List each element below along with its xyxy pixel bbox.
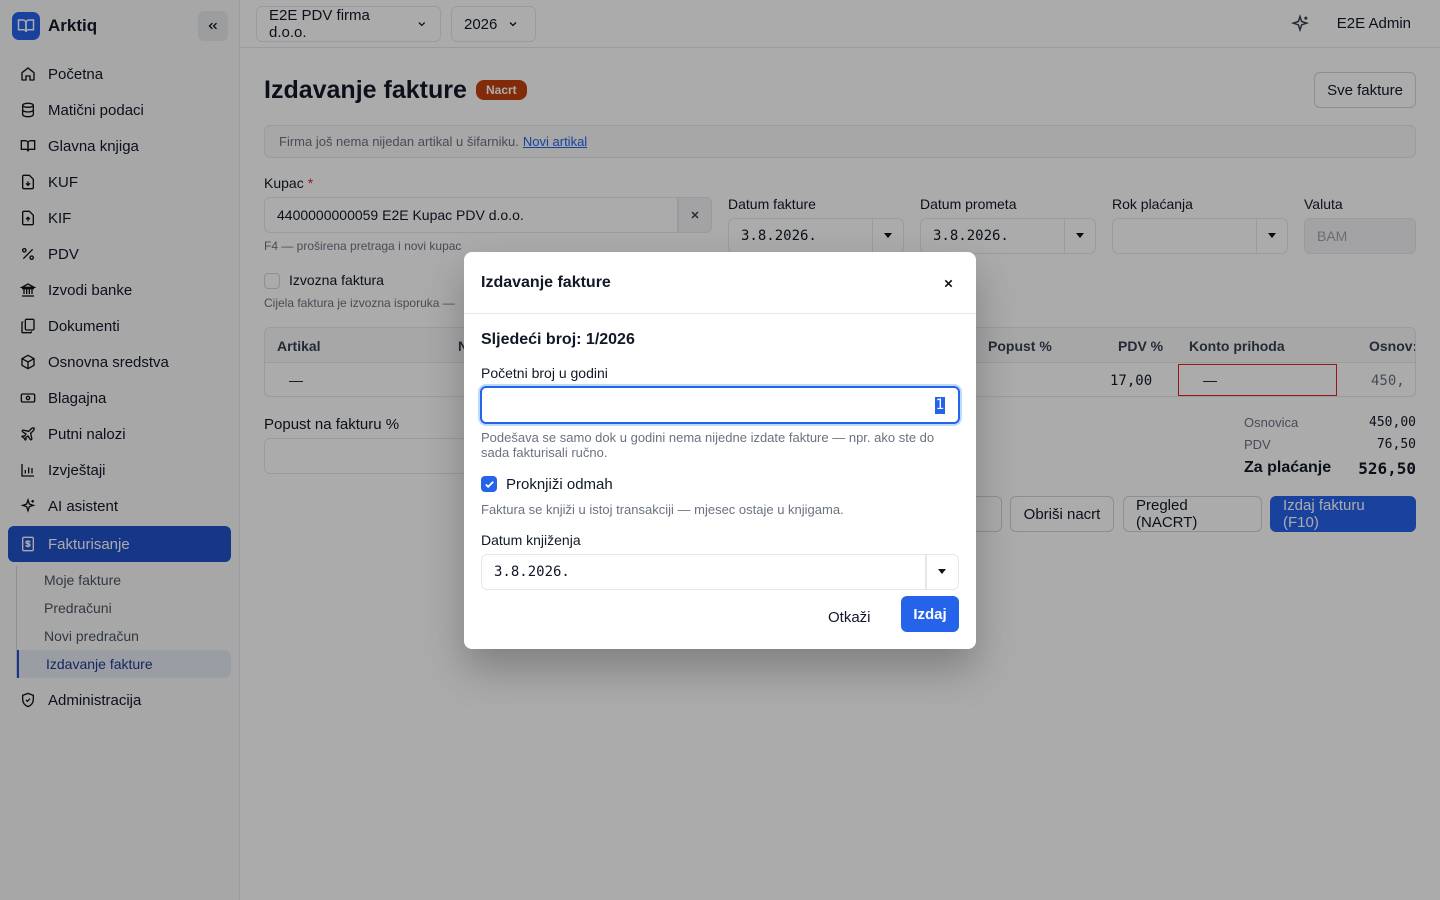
caret-down-icon xyxy=(938,569,946,574)
next-number: Sljedeći broj: 1/2026 xyxy=(481,331,635,348)
close-icon xyxy=(944,279,953,288)
posting-date-input[interactable]: 3.8.2026. xyxy=(481,554,927,590)
start-number-input[interactable]: 1 xyxy=(480,386,960,424)
issue-button[interactable]: Izdaj xyxy=(901,596,959,632)
start-number-value: 1 xyxy=(934,397,945,414)
post-now-hint: Faktura se knjiži u istoj transakciji — … xyxy=(481,502,844,517)
issue-invoice-dialog: Izdavanje fakture Sljedeći broj: 1/2026 … xyxy=(464,252,976,649)
dialog-title: Izdavanje fakture xyxy=(481,274,611,291)
start-number-hint: Podešava se samo dok u godini nema nijed… xyxy=(481,430,935,460)
start-number-label: Početni broj u godini xyxy=(481,365,608,381)
cancel-button[interactable]: Otkaži xyxy=(828,603,871,631)
posting-date-picker[interactable] xyxy=(925,554,959,590)
post-now-checkbox[interactable] xyxy=(481,476,497,492)
dialog-header: Izdavanje fakture xyxy=(464,252,976,314)
posting-date-label: Datum knjiženja xyxy=(481,532,581,548)
dialog-close-button[interactable] xyxy=(943,273,954,294)
check-icon xyxy=(484,480,494,488)
post-now-label: Proknjiži odmah xyxy=(506,476,613,493)
